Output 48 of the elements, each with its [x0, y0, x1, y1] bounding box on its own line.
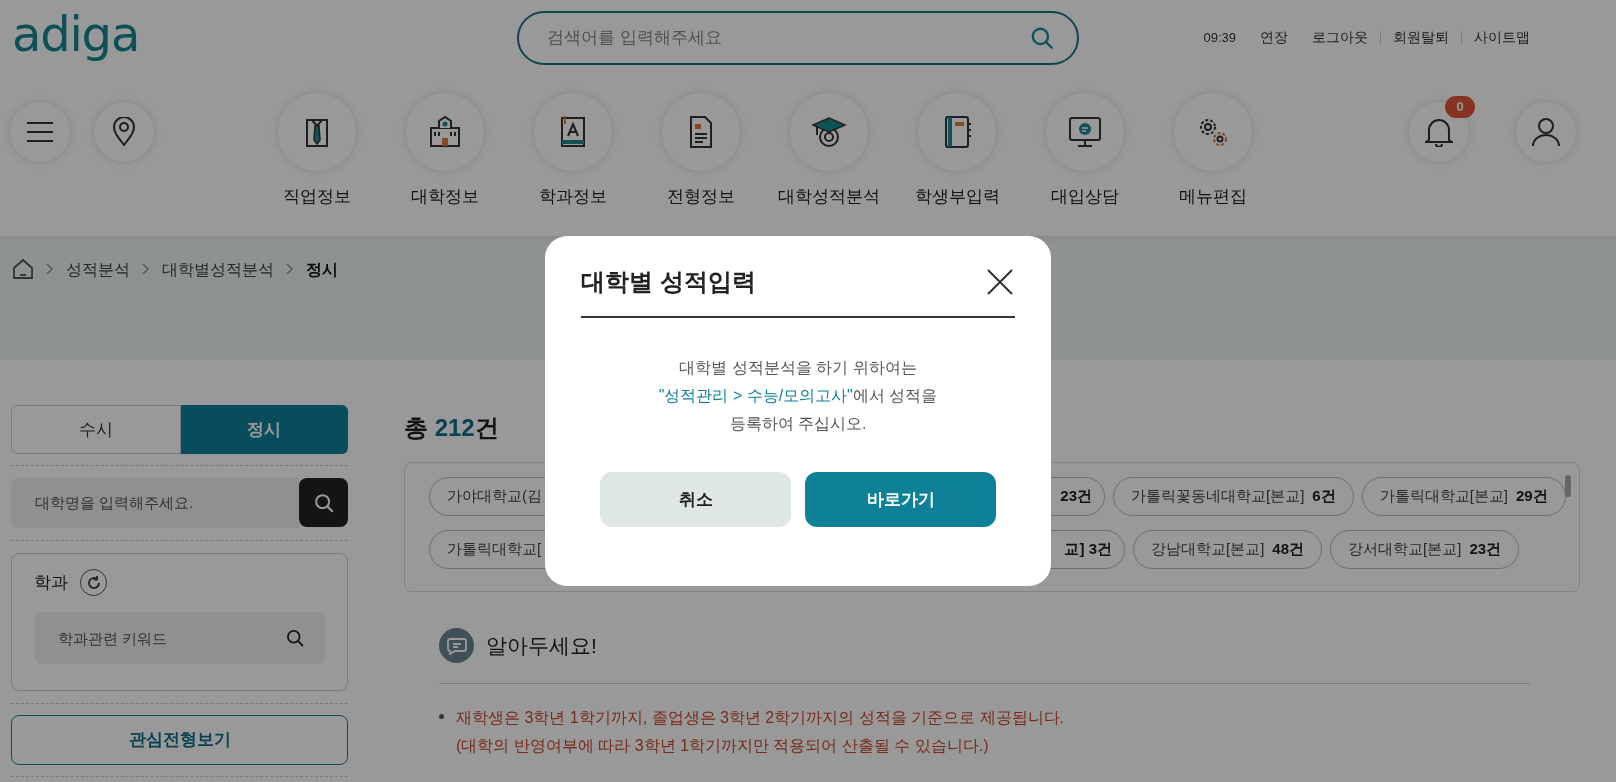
go-button[interactable]: 바로가기 [805, 472, 996, 527]
home-icon[interactable] [12, 258, 34, 280]
user-icon [1531, 117, 1561, 147]
nav-item[interactable]: 직업정보 [253, 93, 381, 205]
notification-count: 0 [1445, 96, 1475, 118]
chevron-icon [142, 263, 150, 275]
search-field[interactable]: 검색어를 입력해주세요 [517, 10, 1079, 65]
search-button[interactable] [299, 478, 348, 527]
header-link[interactable]: 연장 [1260, 27, 1288, 48]
notice-title: 알아두세요! [486, 632, 597, 659]
close-icon [987, 269, 1013, 295]
refresh-icon [86, 575, 101, 590]
search-icon [285, 628, 305, 648]
menu-icon [27, 121, 53, 143]
department-search-field[interactable]: 학과관련 키워드 [34, 612, 325, 664]
scrollbar-thumb[interactable] [1565, 475, 1571, 497]
location-pin-icon [112, 117, 136, 147]
notice-icon [439, 628, 474, 663]
nav-item[interactable]: 전형정보 [637, 93, 765, 205]
session-time: 09:39 [1203, 28, 1236, 47]
nav-item[interactable]: 대학정보 [381, 93, 509, 205]
modal-title: 대학별 성적입력 [581, 267, 756, 297]
chevron-icon [46, 263, 54, 275]
close-button[interactable] [985, 267, 1015, 297]
nav-item[interactable]: 학생부입력 [893, 93, 1021, 205]
bullet-icon [439, 714, 444, 719]
nav-item[interactable]: 메뉴편집 [1149, 93, 1277, 205]
breadcrumb-item[interactable]: 대학별성적분석 [162, 258, 274, 282]
tab[interactable]: 수시 [11, 405, 181, 454]
breadcrumb-item[interactable]: 성적분석 [66, 258, 130, 282]
search-icon [312, 491, 335, 514]
breadcrumb-item[interactable]: 정시 [306, 258, 338, 282]
header-link[interactable]: 사이트맵 [1474, 27, 1530, 48]
nav-item[interactable]: 대입상담 [1021, 93, 1149, 205]
bell-icon [1425, 117, 1453, 147]
cancel-button[interactable]: 취소 [600, 472, 791, 527]
nav-item[interactable]: 대학성적분석 [765, 93, 893, 205]
university-search-field[interactable]: 대학명을 입력해주세요. [11, 478, 299, 528]
nav-item[interactable]: 학과정보 [509, 93, 637, 205]
tab[interactable]: 정시 [180, 405, 348, 454]
interest-button[interactable]: 관심전형보기 [11, 715, 348, 765]
total-count: 총 212건 [404, 413, 499, 443]
department-label: 학과 [34, 571, 68, 594]
notice-text: 재학생은 3학년 1학기까지, 졸업생은 3학년 2학기까지의 성적을 기준으로 제공됩니다. (대학의 반영여부에 따라 3학년 1학기까지만 적용되어 산출될 수 있습니다.) [456, 708, 1065, 756]
modal-message: 대학별 성적분석을 하기 위하여는 "성적관리 > 수능/모의고사"에서 성적을 등록하여 주십시오. [657, 358, 939, 434]
header-link[interactable]: 회원탈퇴 [1393, 27, 1449, 48]
header-link[interactable]: 로그아웃 [1312, 27, 1368, 48]
chevron-icon [286, 263, 294, 275]
